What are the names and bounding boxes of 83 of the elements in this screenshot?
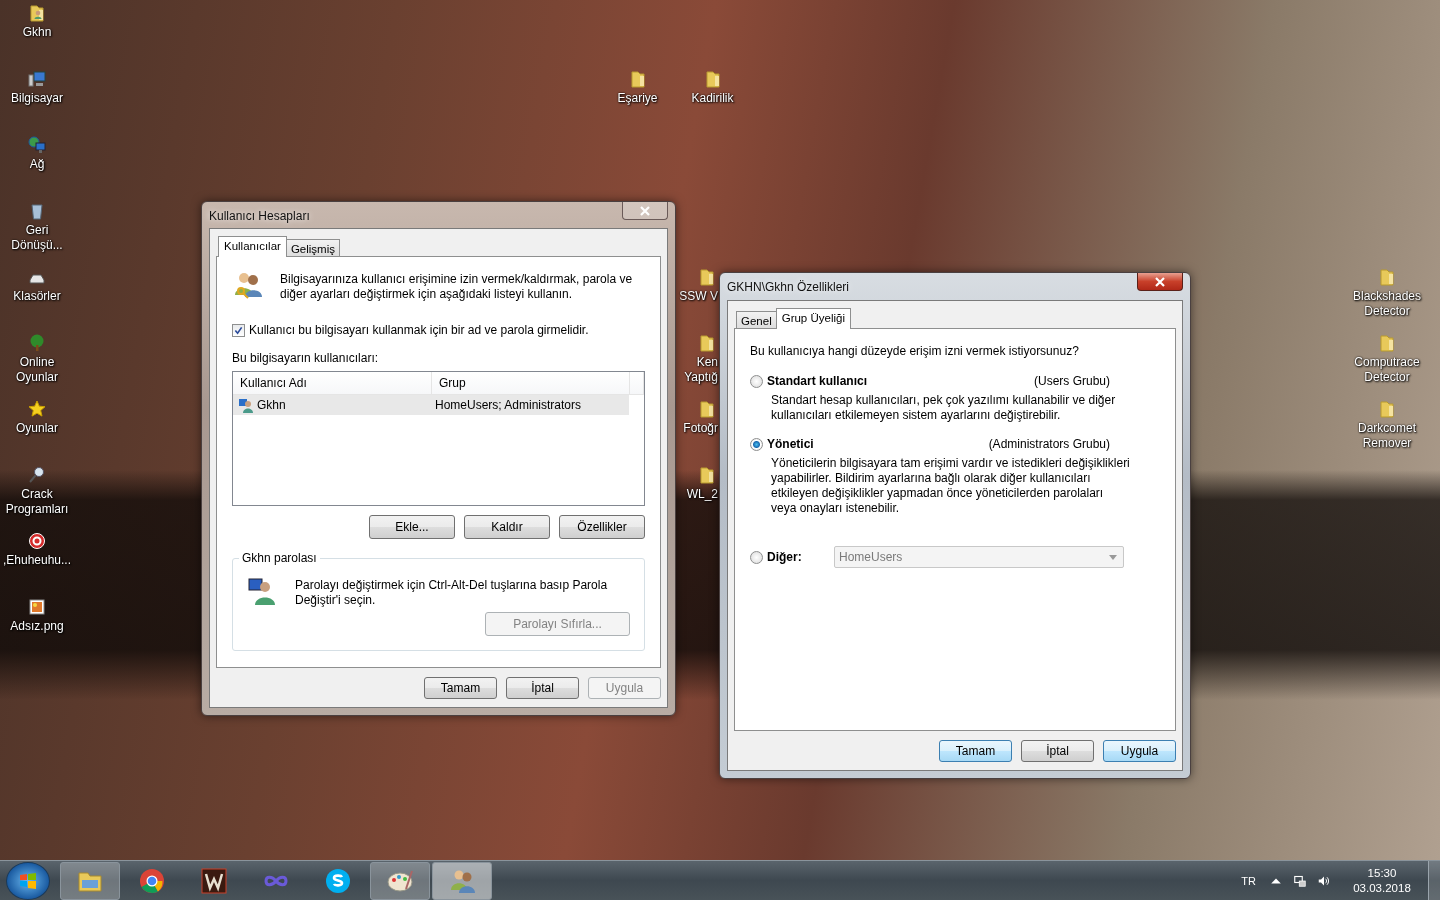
group-title: Gkhn parolası: [239, 551, 320, 565]
close-button[interactable]: [1137, 273, 1183, 291]
dialog-button[interactable]: Tamam: [424, 677, 497, 699]
skype-icon: [324, 866, 352, 895]
desktop-icon-label[interactable]: Ken Yaptığ: [677, 355, 718, 385]
desktop-icon-label[interactable]: Ağ: [29, 157, 45, 172]
desktop-icon-label[interactable]: ,Ehuheuhu...: [2, 553, 72, 568]
desktop-icon-label[interactable]: Gkhn: [22, 25, 52, 40]
list-label: Bu bilgisayarın kullanıcıları:: [232, 351, 380, 365]
clock[interactable]: 15:30 03.03.2018: [1342, 866, 1422, 895]
question-text: Bu kullanıcıya hangi düzeyde erişim izni vermek istiyorsunuz?: [750, 344, 1080, 358]
option-label[interactable]: Yönetici: [767, 437, 814, 451]
desktop-icon-label[interactable]: Fotoğr: [677, 421, 718, 436]
dialog-button[interactable]: İptal: [1021, 740, 1094, 762]
radio-button[interactable]: [750, 374, 763, 388]
group-name: (Administrators Grubu): [988, 437, 1110, 451]
checkbox-label[interactable]: Kullanıcı bu bilgisayarı kullanmak için bir ad ve parola girmelidir.: [249, 323, 589, 337]
option-label[interactable]: Standart kullanıcı: [767, 374, 868, 388]
game-icon: [200, 866, 228, 895]
desktop-icon-label[interactable]: SSW V: [677, 289, 718, 304]
option-description: Yöneticilerin bilgisayara tam erişimi vardır ve istedikleri değişiklikleri yapabilirler. Bildirim ayarlarına bağlı olarak diğer kullanıcıları etkileyen değişiklikler yapmadan önce yöneticilerden parolaları veya onayları istenebilir.: [771, 456, 1130, 516]
folder-icon: [1378, 334, 1396, 352]
desktop-icon-label[interactable]: Geri Dönüşü...: [0, 223, 74, 253]
user-folder-icon: [28, 4, 46, 22]
tab[interactable]: Grup Üyeliği: [775, 308, 851, 329]
desktop-icon-label[interactable]: Bilgisayar: [11, 91, 63, 106]
password-hint-text: Parolayı değiştirmek için Ctrl-Alt-Del tuşlarına basıp Parola Değiştir'i seçin.: [295, 578, 609, 608]
close-icon: [1155, 276, 1165, 287]
language-indicator[interactable]: TR: [1241, 874, 1256, 887]
folder-icon: [698, 268, 716, 286]
close-icon: [640, 205, 650, 216]
recycle-bin-icon: [28, 202, 46, 220]
folder-icon: [628, 70, 647, 88]
dialog-button[interactable]: Kaldır: [464, 515, 550, 539]
star-icon: [28, 400, 46, 418]
four-squares-icon: [18, 870, 38, 891]
image-file-icon: [28, 598, 46, 616]
desktop-icon-label[interactable]: WL_2: [677, 487, 718, 502]
chrome-icon: [138, 866, 166, 895]
window-title: GKHN\Gkhn Özellikleri: [727, 280, 850, 294]
radio-button[interactable]: [750, 437, 763, 451]
desktop-icon-label[interactable]: Adsız.png: [10, 619, 64, 634]
dialog-button[interactable]: Tamam: [939, 740, 1012, 762]
folder-icon: [1378, 400, 1396, 418]
list-row[interactable]: Gkhn HomeUsers; Administrators: [233, 395, 629, 415]
dialog-button[interactable]: Uygula: [1103, 740, 1176, 762]
window-title: Kullanıcı Hesapları: [209, 209, 310, 223]
folder-icon: [698, 466, 716, 484]
desktop-icon-label[interactable]: Crack Programları: [0, 487, 74, 517]
tab[interactable]: Genel: [736, 311, 777, 329]
tab[interactable]: Kullanıcılar: [218, 236, 287, 257]
caret-down-icon: [1109, 554, 1117, 560]
start-button[interactable]: [6, 861, 50, 900]
ring-badge-icon: [28, 532, 46, 550]
globe-monitor-icon: [28, 136, 46, 154]
dialog-button[interactable]: Özellikler: [559, 515, 645, 539]
volume-icon[interactable]: [1318, 874, 1330, 887]
magnifier-icon: [28, 466, 46, 484]
column-header[interactable]: Kullanıcı Adı: [233, 372, 432, 394]
folder-icon: [698, 334, 716, 352]
folder-icon: [698, 400, 716, 418]
user-icon: [238, 397, 254, 413]
tab[interactable]: Gelişmiş: [285, 239, 340, 257]
desktop-icon-label[interactable]: Kadirilik: [691, 91, 734, 106]
computer-icon: [28, 70, 46, 88]
desktop-icon-label[interactable]: Online Oyunlar: [0, 355, 74, 385]
desktop-icon-label[interactable]: Klasörler: [13, 289, 61, 304]
close-button[interactable]: [622, 202, 668, 220]
tree-icon: [28, 334, 46, 352]
user-name: Gkhn: [257, 398, 286, 412]
dialog-button[interactable]: Ekle...: [369, 515, 455, 539]
option-description: Standart hesap kullanıcıları, pek çok yazılımı kullanabilir ve diğer kullanıcıları etkilemeyen sistem ayarlarını değiştirebilir.: [771, 393, 1117, 423]
desktop-icon-label[interactable]: Oyunlar: [16, 421, 58, 436]
folder-icon: [1378, 268, 1396, 286]
network-icon[interactable]: [1294, 874, 1306, 887]
user-group: HomeUsers; Administrators: [429, 395, 625, 415]
folder-icon: [703, 70, 722, 88]
desktop-icon-label[interactable]: Eşariye: [617, 91, 658, 106]
column-header[interactable]: Grup: [432, 372, 630, 394]
checkbox[interactable]: [232, 323, 245, 337]
group-name: (Users Grubu): [1034, 374, 1110, 388]
instruction-text: Bilgisayarınıza kullanıcı erişimine izin vermek/kaldırmak, parola ve diğer ayarları değiştirmek için aşağıdaki listeyi kullanın.: [280, 272, 634, 302]
dialog-button[interactable]: İptal: [506, 677, 579, 699]
